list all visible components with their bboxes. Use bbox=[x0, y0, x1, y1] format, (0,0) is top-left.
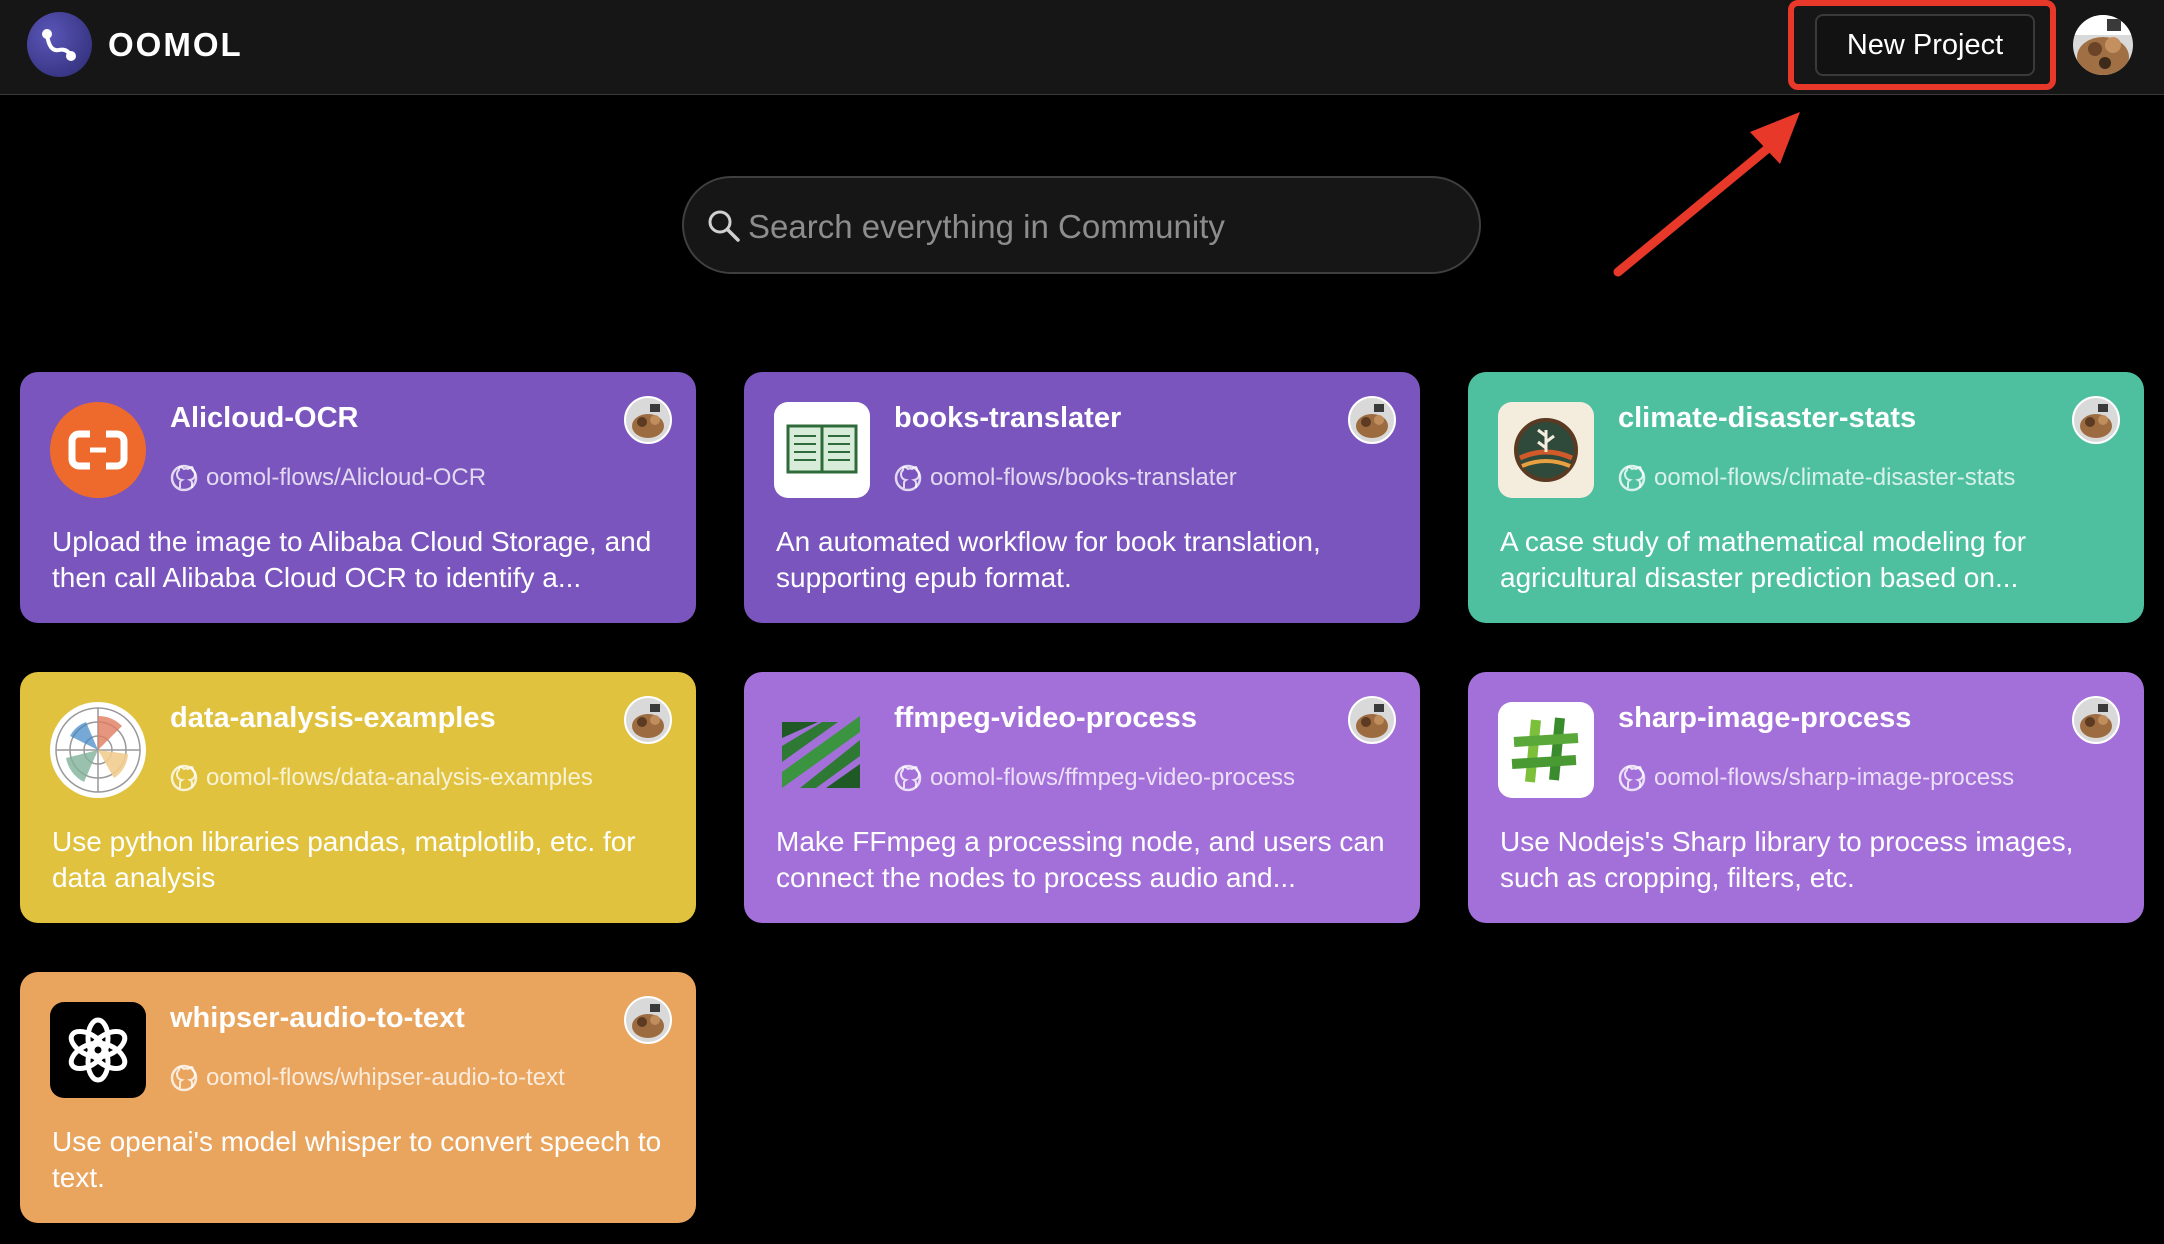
brand-name: OOMOL bbox=[108, 26, 243, 63]
github-icon bbox=[1618, 464, 1646, 492]
github-icon bbox=[1618, 764, 1646, 792]
openai-icon bbox=[50, 1002, 146, 1098]
top-bar: OOMOL New Project bbox=[0, 0, 2164, 95]
card-repo[interactable]: oomol-flows/climate-disaster-stats bbox=[1618, 462, 2015, 494]
card-title: sharp-image-process bbox=[1618, 702, 1912, 734]
project-card-ffmpeg-video-process[interactable]: ffmpeg-video-process oomol-flows/ffmpeg-… bbox=[744, 672, 1420, 923]
card-title: climate-disaster-stats bbox=[1618, 402, 1917, 434]
owner-avatar[interactable] bbox=[2072, 696, 2120, 744]
card-description: Use Nodejs's Sharp library to process im… bbox=[1500, 826, 2074, 893]
card-repo[interactable]: oomol-flows/ffmpeg-video-process bbox=[894, 762, 1295, 794]
climate-icon bbox=[1498, 402, 1594, 498]
alicloud-icon bbox=[50, 402, 146, 498]
project-card-data-analysis-examples[interactable]: data-analysis-examples oomol-flows/data-… bbox=[20, 672, 696, 923]
card-description: An automated workflow for book translati… bbox=[776, 526, 1321, 593]
project-card-whipser-audio-to-text[interactable]: whipser-audio-to-text oomol-flows/whipse… bbox=[20, 972, 696, 1223]
card-repo[interactable]: oomol-flows/Alicloud-OCR bbox=[170, 462, 486, 494]
search-input[interactable] bbox=[746, 198, 1450, 256]
highlight-annotation-box bbox=[1788, 0, 2056, 90]
book-icon bbox=[774, 402, 870, 498]
owner-avatar[interactable] bbox=[624, 396, 672, 444]
card-title: books-translater bbox=[894, 402, 1122, 434]
repo-name: oomol-flows/Alicloud-OCR bbox=[206, 464, 487, 491]
owner-avatar[interactable] bbox=[2072, 396, 2120, 444]
github-icon bbox=[170, 464, 198, 492]
card-description: Make FFmpeg a processing node, and users… bbox=[776, 826, 1385, 893]
card-repo[interactable]: oomol-flows/data-analysis-examples bbox=[170, 762, 593, 794]
repo-name: oomol-flows/climate-disaster-stats bbox=[1654, 464, 2016, 491]
card-repo[interactable]: oomol-flows/whipser-audio-to-text bbox=[170, 1062, 565, 1094]
project-card-books-translater[interactable]: books-translater oomol-flows/books-trans… bbox=[744, 372, 1420, 623]
owner-avatar[interactable] bbox=[624, 696, 672, 744]
owner-avatar[interactable] bbox=[624, 996, 672, 1044]
owner-avatar[interactable] bbox=[1348, 696, 1396, 744]
project-card-alicloud-ocr[interactable]: Alicloud-OCR oomol-flows/Alicloud-OCR Up… bbox=[20, 372, 696, 623]
repo-name: oomol-flows/data-analysis-examples bbox=[206, 764, 593, 791]
project-card-climate-disaster-stats[interactable]: climate-disaster-stats oomol-flows/clima… bbox=[1468, 372, 2144, 623]
card-description: A case study of mathematical modeling fo… bbox=[1500, 526, 2027, 593]
user-avatar[interactable] bbox=[2073, 15, 2133, 75]
github-icon bbox=[170, 764, 198, 792]
repo-name: oomol-flows/books-translater bbox=[930, 464, 1237, 491]
github-icon bbox=[170, 1064, 198, 1092]
card-repo[interactable]: oomol-flows/sharp-image-process bbox=[1618, 762, 2014, 794]
card-description: Use python libraries pandas, matplotlib,… bbox=[52, 826, 636, 893]
card-title: ffmpeg-video-process bbox=[894, 702, 1197, 734]
community-search[interactable] bbox=[682, 176, 1481, 274]
oomol-logo-icon[interactable] bbox=[27, 12, 92, 77]
search-icon bbox=[708, 210, 740, 242]
card-repo[interactable]: oomol-flows/books-translater bbox=[894, 462, 1237, 494]
owner-avatar[interactable] bbox=[1348, 396, 1396, 444]
repo-name: oomol-flows/sharp-image-process bbox=[1654, 764, 2015, 791]
repo-name: oomol-flows/whipser-audio-to-text bbox=[206, 1064, 565, 1091]
card-title: whipser-audio-to-text bbox=[170, 1002, 465, 1034]
project-card-sharp-image-process[interactable]: sharp-image-process oomol-flows/sharp-im… bbox=[1468, 672, 2144, 923]
card-description: Upload the image to Alibaba Cloud Storag… bbox=[52, 526, 652, 593]
radar-chart-icon bbox=[50, 702, 146, 798]
sharp-icon bbox=[1498, 702, 1594, 798]
github-icon bbox=[894, 764, 922, 792]
github-icon bbox=[894, 464, 922, 492]
card-description: Use openai's model whisper to convert sp… bbox=[52, 1126, 662, 1193]
annotation-arrow bbox=[1613, 112, 1800, 277]
card-title: Alicloud-OCR bbox=[170, 402, 359, 434]
ffmpeg-icon bbox=[774, 702, 870, 798]
card-title: data-analysis-examples bbox=[170, 702, 496, 734]
repo-name: oomol-flows/ffmpeg-video-process bbox=[930, 764, 1296, 791]
